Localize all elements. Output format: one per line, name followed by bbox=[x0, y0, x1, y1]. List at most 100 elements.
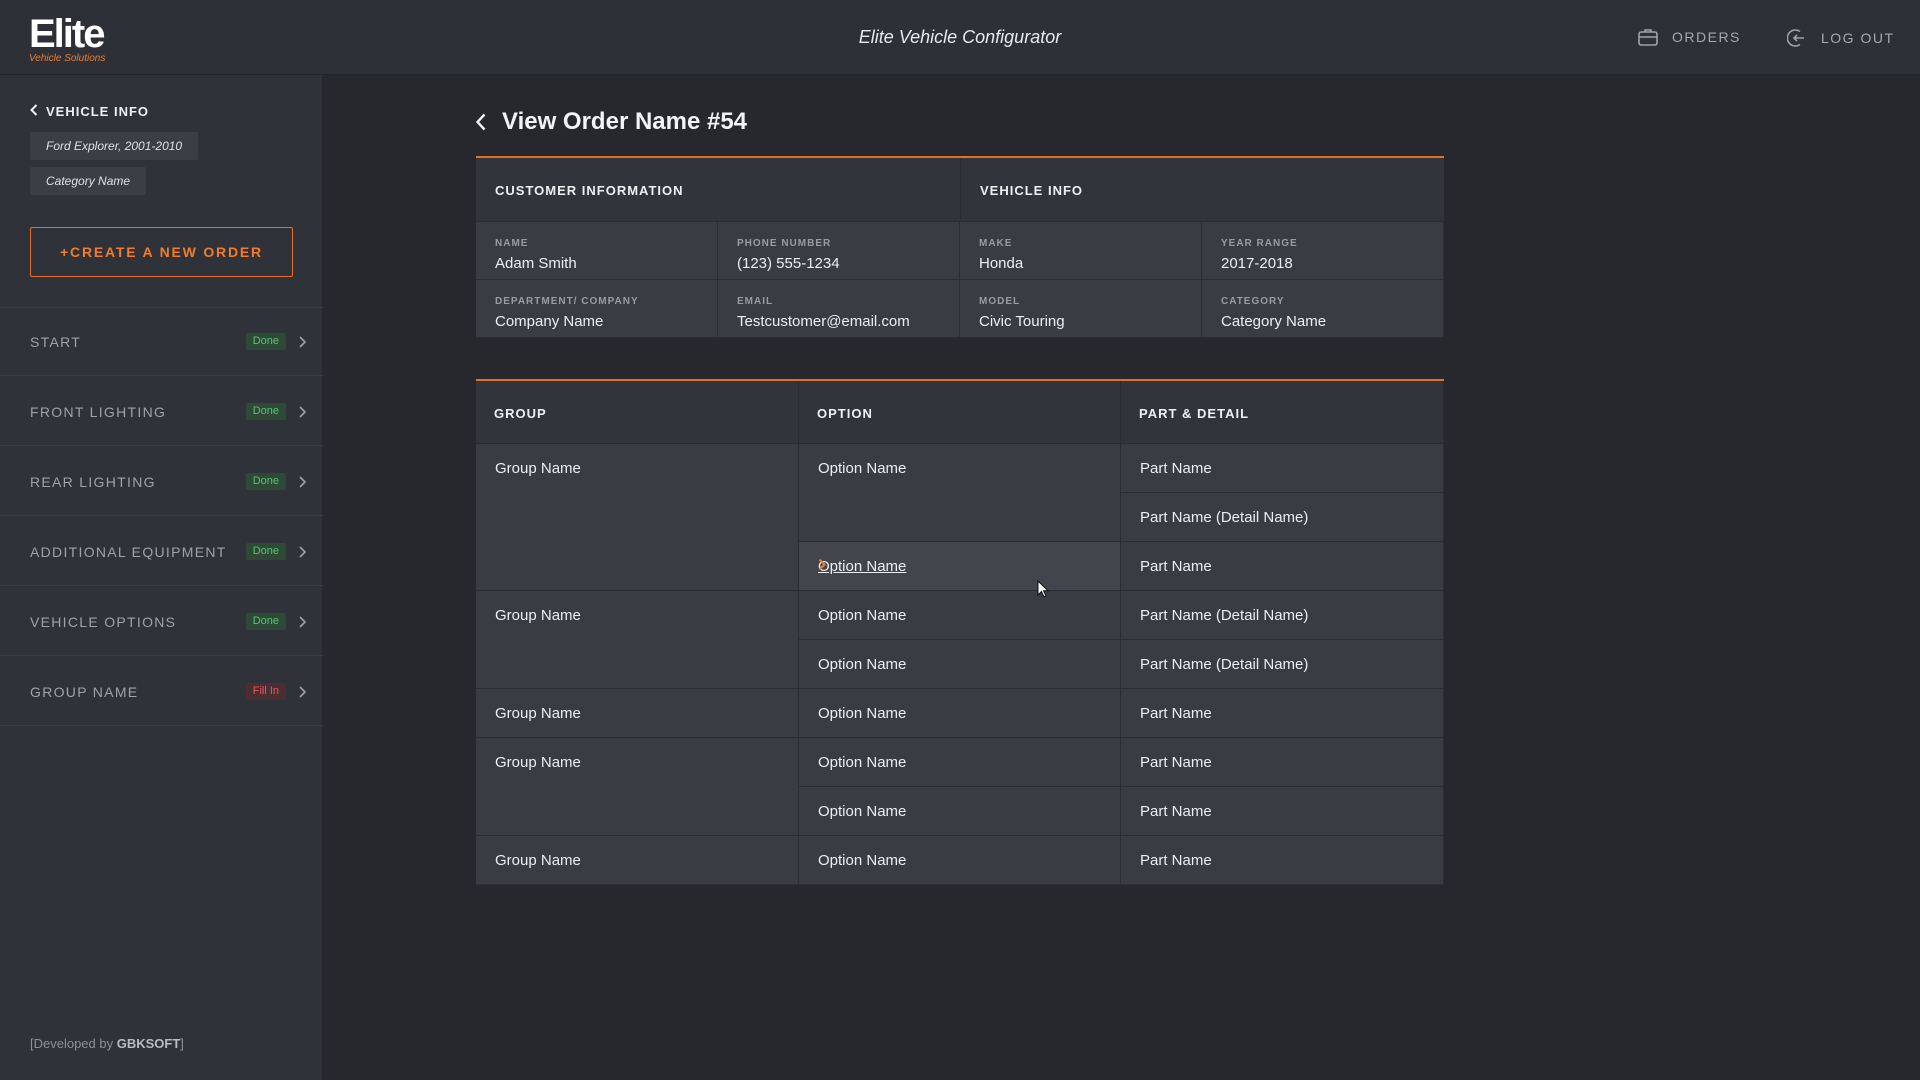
logout-label: LOG OUT bbox=[1821, 30, 1895, 46]
option-cell[interactable]: Option Name bbox=[799, 591, 1121, 640]
customer-info-header: CUSTOMER INFORMATION bbox=[476, 158, 960, 222]
part-name: Part Name (Detail Name) bbox=[1140, 509, 1309, 526]
customer-email-field: EMAIL Testcustomer@email.com bbox=[718, 280, 960, 338]
table-header-option: OPTION bbox=[799, 381, 1121, 444]
group-cell: Group Name bbox=[476, 444, 799, 591]
group-cell: Group Name bbox=[476, 591, 799, 689]
sidebar-step-start[interactable]: START Done bbox=[0, 308, 323, 376]
part-name: Part Name bbox=[1140, 852, 1212, 869]
logout-icon bbox=[1787, 28, 1807, 48]
option-cell[interactable]: Option Name bbox=[799, 787, 1121, 836]
group-name: Group Name bbox=[495, 460, 581, 477]
part-name: Part Name bbox=[1140, 558, 1212, 575]
option-cell[interactable]: Option Name bbox=[799, 640, 1121, 689]
field-label: PHONE NUMBER bbox=[737, 238, 832, 249]
part-cell: Part Name bbox=[1121, 689, 1444, 738]
logo-subtitle: Vehicle Solutions bbox=[29, 53, 106, 64]
part-cell: Part Name (Detail Name) bbox=[1121, 591, 1444, 640]
group-name: Group Name bbox=[495, 852, 581, 869]
sidebar-step-group-name[interactable]: GROUP NAME Fill In bbox=[0, 658, 323, 726]
sidebar-step-additional-equipment[interactable]: ADDITIONAL EQUIPMENT Done bbox=[0, 518, 323, 586]
credit-suffix: ] bbox=[180, 1036, 184, 1051]
step-label: FRONT LIGHTING bbox=[30, 404, 167, 420]
create-order-button[interactable]: +CREATE A NEW ORDER bbox=[30, 227, 293, 277]
status-badge: Done bbox=[245, 543, 286, 560]
field-label: MODEL bbox=[979, 296, 1021, 307]
status-badge: Fill In bbox=[245, 683, 286, 700]
option-name: Option Name bbox=[818, 852, 907, 869]
developer-name[interactable]: GBKSOFT bbox=[117, 1036, 181, 1051]
mouse-cursor-icon bbox=[1037, 579, 1050, 603]
part-name: Part Name bbox=[1140, 803, 1212, 820]
field-label: EMAIL bbox=[737, 296, 774, 307]
option-cell[interactable]: Option Name bbox=[799, 689, 1121, 738]
back-to-vehicle-info[interactable]: VEHICLE INFO bbox=[30, 104, 149, 119]
step-label: START bbox=[30, 334, 82, 350]
option-cell-hovered[interactable]: Option Name bbox=[799, 542, 1121, 591]
option-cell[interactable]: Option Name bbox=[799, 738, 1121, 787]
vehicle-chip: Ford Explorer, 2001-2010 bbox=[30, 132, 199, 160]
step-label: VEHICLE OPTIONS bbox=[30, 614, 177, 630]
group-cell: Group Name bbox=[476, 738, 799, 836]
field-label: MAKE bbox=[979, 238, 1013, 249]
status-badge: Done bbox=[245, 403, 286, 420]
field-label: CATEGORY bbox=[1221, 296, 1285, 307]
credit-prefix: [Developed by bbox=[30, 1036, 117, 1051]
option-cell[interactable]: Option Name bbox=[799, 836, 1121, 885]
customer-phone-field: PHONE NUMBER (123) 555-1234 bbox=[718, 222, 960, 280]
column-header: OPTION bbox=[817, 406, 873, 421]
option-name: Option Name bbox=[818, 803, 907, 820]
part-name: Part Name bbox=[1140, 460, 1212, 477]
chevron-right-icon bbox=[299, 545, 307, 563]
field-label: NAME bbox=[495, 238, 529, 249]
part-cell: Part Name (Detail Name) bbox=[1121, 640, 1444, 689]
field-value: Honda bbox=[979, 255, 1024, 272]
status-badge: Done bbox=[245, 333, 286, 350]
chevron-right-icon bbox=[299, 615, 307, 633]
orders-label: ORDERS bbox=[1672, 29, 1741, 45]
back-label: VEHICLE INFO bbox=[46, 104, 150, 119]
part-cell: Part Name bbox=[1121, 738, 1444, 787]
field-value: Civic Touring bbox=[979, 313, 1065, 330]
group-name: Group Name bbox=[495, 754, 581, 771]
table-header-group: GROUP bbox=[476, 381, 799, 444]
option-name: Option Name bbox=[818, 460, 907, 477]
field-value: Testcustomer@email.com bbox=[737, 313, 910, 330]
sidebar-step-front-lighting[interactable]: FRONT LIGHTING Done bbox=[0, 378, 323, 446]
chevron-right-icon bbox=[299, 335, 307, 353]
chevron-right-icon bbox=[299, 475, 307, 493]
status-badge: Done bbox=[245, 473, 286, 490]
back-button[interactable] bbox=[476, 113, 486, 131]
part-name: Part Name bbox=[1140, 754, 1212, 771]
part-cell: Part Name bbox=[1121, 444, 1444, 493]
status-badge: Done bbox=[245, 613, 286, 630]
column-header: PART & DETAIL bbox=[1139, 406, 1250, 421]
customer-info-heading: CUSTOMER INFORMATION bbox=[495, 183, 684, 198]
option-cell[interactable]: Option Name bbox=[799, 444, 1121, 542]
step-label: ADDITIONAL EQUIPMENT bbox=[30, 544, 227, 560]
vehicle-year-field: YEAR RANGE 2017-2018 bbox=[1202, 222, 1444, 280]
vehicle-info-heading: VEHICLE INFO bbox=[980, 183, 1084, 198]
field-label: YEAR RANGE bbox=[1221, 238, 1298, 249]
chevron-left-icon bbox=[476, 113, 486, 131]
column-header: GROUP bbox=[494, 406, 547, 421]
briefcase-icon bbox=[1638, 28, 1658, 46]
sidebar: VEHICLE INFO Ford Explorer, 2001-2010 Ca… bbox=[0, 75, 323, 1080]
vehicle-make-field: MAKE Honda bbox=[960, 222, 1202, 280]
logout-link[interactable]: LOG OUT bbox=[1787, 28, 1895, 48]
chevron-left-icon bbox=[30, 104, 38, 119]
group-cell: Group Name bbox=[476, 689, 799, 738]
page-title-row: View Order Name #54 bbox=[476, 108, 747, 136]
field-value: Category Name bbox=[1221, 313, 1327, 330]
option-name: Option Name bbox=[818, 656, 907, 673]
field-value: Company Name bbox=[495, 313, 604, 330]
sidebar-step-rear-lighting[interactable]: REAR LIGHTING Done bbox=[0, 448, 323, 516]
vehicle-info-header: VEHICLE INFO bbox=[960, 158, 1444, 222]
orders-link[interactable]: ORDERS bbox=[1638, 28, 1741, 46]
chevron-right-icon bbox=[299, 405, 307, 423]
field-value: 2017-2018 bbox=[1221, 255, 1293, 272]
customer-company-field: DEPARTMENT/ COMPANY Company Name bbox=[476, 280, 718, 338]
chevron-right-icon bbox=[299, 685, 307, 703]
sidebar-step-vehicle-options[interactable]: VEHICLE OPTIONS Done bbox=[0, 588, 323, 656]
option-name: Option Name bbox=[818, 705, 907, 722]
